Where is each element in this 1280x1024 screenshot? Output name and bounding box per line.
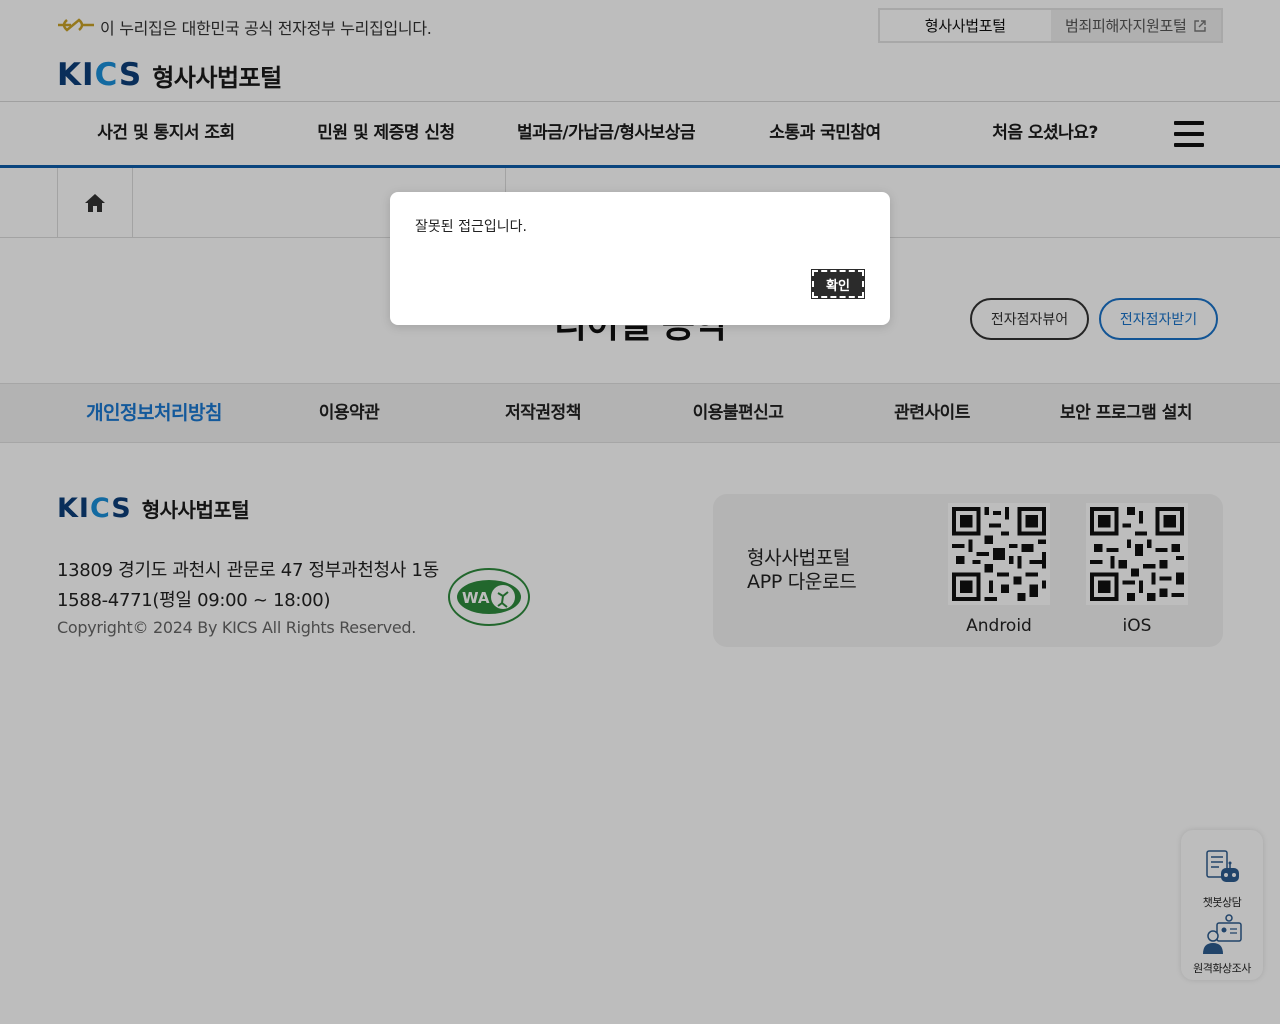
alert-message: 잘못된 접근입니다. — [415, 219, 527, 235]
modal-overlay[interactable] — [0, 0, 1280, 1024]
alert-dialog: 잘못된 접근입니다. 확인 — [390, 192, 890, 325]
alert-confirm-button[interactable]: 확인 — [811, 269, 865, 299]
